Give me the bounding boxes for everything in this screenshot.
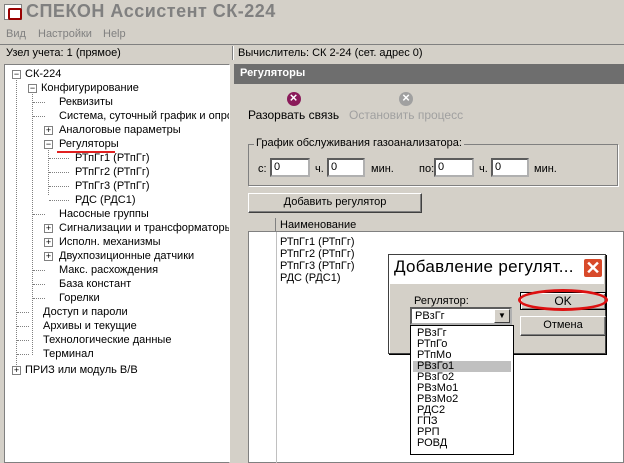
break-connection-label: Разорвать связь: [248, 108, 340, 122]
to-hour-field[interactable]: 0: [434, 158, 474, 177]
tree-item-priz[interactable]: ПРИЗ или модуль В/В: [25, 363, 138, 377]
stop-process-icon: [399, 90, 414, 106]
app-icon: [4, 4, 22, 20]
tree-item-techdata[interactable]: Технологические данные: [43, 333, 171, 347]
status-calculator: Вычислитель: СК 2-24 (сет. адрес 0): [238, 47, 423, 59]
grid-corner: [248, 218, 276, 232]
tree-item-config[interactable]: Конфигурирование: [41, 81, 139, 95]
tree-item-access[interactable]: Доступ и пароли: [43, 305, 128, 319]
hour-label: ч.: [315, 163, 324, 175]
tree-item-regulator[interactable]: РТпГг3 (РТпГг): [75, 179, 150, 193]
panel-title: Регуляторы: [234, 64, 624, 84]
tree-item-regulators[interactable]: Регуляторы: [59, 137, 119, 151]
regulator-dropdown-list[interactable]: РВзГг РТпГо РТпМо РВзГо1 РВзГо2 РВзМо1 Р…: [410, 325, 514, 455]
grid-row[interactable]: РДС (РДС1): [280, 272, 341, 284]
break-connection-icon: [286, 90, 301, 106]
expand-icon[interactable]: +: [44, 238, 53, 247]
regulator-label: Регулятор:: [414, 295, 469, 307]
grid-divider: [276, 232, 277, 463]
to-label: по:: [419, 163, 435, 175]
grid-row[interactable]: РТпГг3 (РТпГг): [280, 260, 355, 272]
collapse-icon[interactable]: −: [28, 84, 37, 93]
tree-item-system[interactable]: Система, суточный график и опросс: [59, 109, 229, 123]
grid-row[interactable]: РТпГг2 (РТпГг): [280, 248, 355, 260]
tree-item-pumps[interactable]: Насосные группы: [59, 207, 149, 221]
break-connection-button[interactable]: Разорвать связь: [248, 90, 340, 122]
tree-item-analog[interactable]: Аналоговые параметры: [59, 123, 181, 137]
collapse-icon[interactable]: −: [44, 140, 53, 149]
status-bar: Узел учета: 1 (прямое) Вычислитель: СК 2…: [0, 44, 624, 62]
navigation-tree[interactable]: − СК-224 − Конфигурирование Реквизиты Си…: [4, 64, 230, 463]
grid-header-name[interactable]: Наименование: [280, 219, 356, 231]
grid-row[interactable]: РТпГг1 (РТпГг): [280, 236, 355, 248]
tree-item-maxdiff[interactable]: Макс. расхождения: [59, 263, 158, 277]
minute-label: мин.: [371, 163, 394, 175]
expand-icon[interactable]: +: [44, 224, 53, 233]
tree-item-twopos[interactable]: Двухпозиционные датчики: [59, 249, 194, 263]
schedule-group-label: График обслуживания газоанализатора:: [254, 137, 464, 149]
red-highlight-ellipse: [518, 289, 608, 311]
from-minute-field[interactable]: 0: [327, 158, 365, 177]
expand-icon[interactable]: +: [12, 366, 21, 375]
stop-process-button[interactable]: Остановить процесс: [349, 90, 464, 122]
tree-item-regulator[interactable]: РТпГг1 (РТпГг): [75, 151, 150, 165]
chevron-down-icon[interactable]: ▼: [494, 309, 510, 323]
menu-settings[interactable]: Настройки: [38, 28, 92, 40]
menu-help[interactable]: Help: [103, 28, 126, 40]
from-hour-field[interactable]: 0: [270, 158, 310, 177]
tree-item-exec[interactable]: Исполн. механизмы: [59, 235, 161, 249]
status-node: Узел учета: 1 (прямое): [6, 47, 121, 59]
collapse-icon[interactable]: −: [12, 70, 21, 79]
dialog-title: Добавление регулят...: [394, 257, 574, 276]
cancel-button[interactable]: Отмена: [520, 316, 606, 336]
to-minute-field[interactable]: 0: [491, 158, 529, 177]
tree-item-archives[interactable]: Архивы и текущие: [43, 319, 137, 333]
menu-bar: Вид Настройки Help: [0, 26, 624, 44]
close-icon[interactable]: ✕: [583, 258, 603, 278]
tree-item-burners[interactable]: Горелки: [59, 291, 100, 305]
from-label: с:: [258, 163, 267, 175]
dropdown-option[interactable]: РОВД: [413, 438, 511, 449]
hour-label: ч.: [479, 163, 488, 175]
tree-item-signals[interactable]: Сигнализации и трансформаторы: [59, 221, 229, 235]
status-separator: [232, 46, 234, 60]
window-title: СПЕКОН Ассистент СК-224: [26, 1, 276, 21]
tree-line: [48, 145, 49, 195]
tree-item-root[interactable]: СК-224: [25, 67, 61, 81]
minute-label: мин.: [534, 163, 557, 175]
tree-item-constbase[interactable]: База констант: [59, 277, 131, 291]
tree-item-terminal[interactable]: Терминал: [43, 347, 94, 361]
menu-view[interactable]: Вид: [6, 28, 26, 40]
tree-item-requisites[interactable]: Реквизиты: [59, 95, 113, 109]
expand-icon[interactable]: +: [44, 252, 53, 261]
stop-process-label: Остановить процесс: [349, 108, 464, 122]
add-regulator-button[interactable]: Добавить регулятор: [248, 193, 422, 213]
tree-line: [32, 89, 33, 355]
tree-item-regulator[interactable]: РДС (РДС1): [75, 193, 136, 207]
tree-item-regulator[interactable]: РТпГг2 (РТпГг): [75, 165, 150, 179]
expand-icon[interactable]: +: [44, 126, 53, 135]
